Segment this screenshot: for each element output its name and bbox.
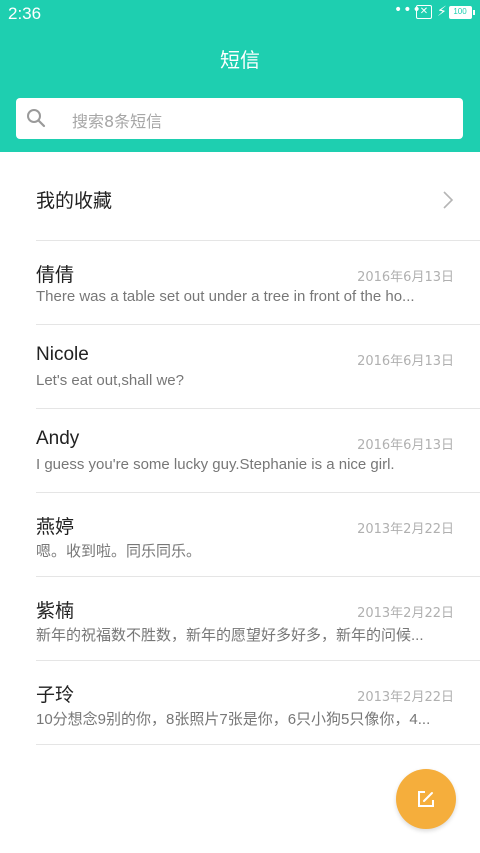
contact-name: Andy [36,428,80,449]
battery-level: 100 [453,7,467,16]
status-time: 2:36 [8,4,42,23]
contact-name: 燕婷 [36,517,75,538]
conversation-row[interactable]: 紫楠 2013年2月22日 新年的祝福数不胜数，新年的愿望好多好多，新年的问候.… [0,577,480,661]
chevron-right-icon [443,191,454,209]
contact-name: 紫楠 [36,601,75,622]
message-preview: Let's eat out,shall we? [36,372,184,389]
favorites-label: 我的收藏 [36,190,113,212]
app-header: 2:36 ••• ✕ ⚡ 100 短信 搜索8条短信 [0,0,480,152]
battery-cap [473,10,475,15]
message-preview: I guess you're some lucky guy.Stephanie … [36,456,395,473]
search-input[interactable]: 搜索8条短信 [16,98,463,139]
conversation-row[interactable]: 子玲 2013年2月22日 10分想念9别的你，8张照片7张是你，6只小狗5只像… [0,661,480,745]
message-date: 2013年2月22日 [357,606,454,621]
message-preview: 10分想念9别的你，8张照片7张是你，6只小狗5只像你，4... [36,711,431,728]
message-preview: 新年的祝福数不胜数，新年的愿望好多好多，新年的问候... [36,627,424,644]
message-date: 2013年2月22日 [357,690,454,705]
charging-icon: ⚡ [437,4,447,20]
search-placeholder: 搜索8条短信 [72,112,163,131]
divider [36,744,480,745]
message-date: 2016年6月13日 [357,354,454,369]
conversation-row[interactable]: Andy 2016年6月13日 I guess you're some luck… [0,409,480,493]
conversation-list: 倩倩 2016年6月13日 There was a table set out … [0,241,480,745]
page-title: 短信 [220,48,260,72]
battery-icon: 100 [449,6,472,19]
message-preview: There was a table set out under a tree i… [36,288,415,305]
favorites-item[interactable]: 我的收藏 [0,160,480,240]
conversation-row[interactable]: 燕婷 2013年2月22日 嗯。收到啦。同乐同乐。 [0,493,480,577]
conversation-row[interactable]: 倩倩 2016年6月13日 There was a table set out … [0,241,480,325]
contact-name: 倩倩 [36,265,75,286]
message-date: 2016年6月13日 [357,438,454,453]
status-bar: 2:36 ••• ✕ ⚡ 100 [0,0,480,28]
search-icon [27,109,46,128]
message-preview: 嗯。收到啦。同乐同乐。 [36,543,202,560]
compose-icon [418,791,434,807]
message-date: 2016年6月13日 [357,270,454,285]
contact-name: Nicole [36,344,89,365]
compose-button[interactable] [396,769,456,829]
conversation-row[interactable]: Nicole 2016年6月13日 Let's eat out,shall we… [0,325,480,409]
no-sim-icon: ✕ [416,5,432,19]
message-date: 2013年2月22日 [357,522,454,537]
contact-name: 子玲 [36,685,75,706]
